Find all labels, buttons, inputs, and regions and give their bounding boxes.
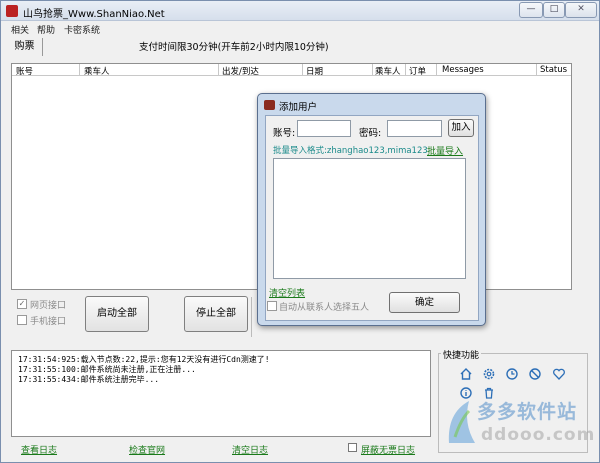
dialog-app-icon	[264, 100, 275, 110]
start-all-button[interactable]: 启动全部	[85, 296, 149, 332]
col-divider	[79, 64, 80, 76]
auto-select-label: 自动从联系人选择五人	[279, 303, 370, 313]
block-no-ticket-checkbox[interactable]	[348, 443, 357, 452]
watermark-brand: 多多软件站	[477, 401, 578, 423]
block-icon[interactable]	[528, 367, 542, 381]
account-input[interactable]	[297, 120, 351, 137]
block-no-ticket-label[interactable]: 屏蔽无票日志	[361, 443, 415, 456]
app-logo-icon	[6, 5, 18, 17]
add-user-button[interactable]: 加入	[448, 119, 474, 137]
account-label: 账号:	[273, 128, 296, 139]
dialog-title: 添加用户	[279, 102, 318, 113]
tab-purchase[interactable]: 购票	[7, 38, 43, 56]
main-window: 山鸟抢票_Www.ShanNiao.Net — □ ✕ 相关 帮助 卡密系统 购…	[0, 0, 600, 463]
quick-functions-title: 快捷功能	[441, 348, 482, 361]
maximize-button[interactable]: □	[543, 2, 565, 18]
password-label: 密码:	[359, 128, 382, 139]
web-port-label: 网页接口	[30, 301, 67, 311]
stop-all-button[interactable]: 停止全部	[184, 296, 248, 332]
mobile-port-checkbox[interactable]	[17, 315, 27, 325]
auto-select-checkbox[interactable]	[267, 301, 277, 311]
clock-icon[interactable]	[505, 367, 519, 381]
menu-help[interactable]: 帮助	[37, 23, 55, 36]
col-divider	[302, 64, 303, 76]
gear-icon[interactable]	[482, 367, 496, 381]
col-divider	[405, 64, 406, 76]
col-status[interactable]: Status	[540, 65, 567, 75]
watermark-url: ddooo.com	[481, 425, 596, 445]
col-passenger-2[interactable]: 乘车人	[375, 65, 401, 77]
web-port-checkbox[interactable]: ✓	[17, 299, 27, 309]
close-button[interactable]: ✕	[565, 2, 597, 18]
col-order[interactable]: 订单	[409, 65, 426, 77]
title-bar: 山鸟抢票_Www.ShanNiao.Net — □ ✕	[1, 1, 599, 21]
col-account[interactable]: 账号	[16, 65, 33, 77]
log-panel[interactable]: 17:31:54:925:载入节点数:22,提示:您有12天没有进行Cdn测速了…	[11, 350, 431, 437]
password-input[interactable]	[387, 120, 442, 137]
clear-list-link[interactable]: 清空列表	[269, 286, 305, 299]
col-divider	[536, 64, 537, 76]
view-log-link[interactable]: 查看日志	[21, 443, 57, 456]
payment-notice: 支付时间限30分钟(开车前2小时内限10分钟)	[139, 42, 329, 53]
menu-bar: 相关 帮助 卡密系统	[1, 22, 599, 36]
menu-card-system[interactable]: 卡密系统	[64, 23, 100, 36]
check-site-link[interactable]: 检查官网	[129, 443, 165, 456]
col-depart-arrive[interactable]: 出发/到达	[222, 65, 259, 77]
user-list[interactable]	[273, 158, 466, 279]
batch-import-link[interactable]: 批量导入	[427, 144, 463, 157]
col-divider	[218, 64, 219, 76]
mobile-port-label: 手机接口	[30, 317, 67, 327]
heart-icon[interactable]	[552, 367, 566, 381]
col-date[interactable]: 日期	[306, 65, 323, 77]
window-title: 山鸟抢票_Www.ShanNiao.Net	[23, 9, 165, 20]
minimize-button[interactable]: —	[519, 2, 543, 18]
col-divider	[372, 64, 373, 76]
menu-related[interactable]: 相关	[11, 23, 29, 36]
col-messages[interactable]: Messages	[442, 65, 484, 75]
col-passenger[interactable]: 乘车人	[84, 65, 110, 77]
table-header: 账号 乘车人 出发/到达 日期 乘车人 订单 Messages Status	[12, 64, 571, 77]
divider	[251, 297, 252, 337]
clear-log-link[interactable]: 清空日志	[232, 443, 268, 456]
log-line: 17:31:55:434:邮件系统注册完毕...	[18, 375, 160, 384]
confirm-button[interactable]: 确定	[389, 292, 460, 313]
home-icon[interactable]	[459, 367, 473, 381]
col-divider	[436, 64, 437, 76]
import-format-hint: 批量导入格式:zhanghao123,mima123	[273, 146, 428, 156]
